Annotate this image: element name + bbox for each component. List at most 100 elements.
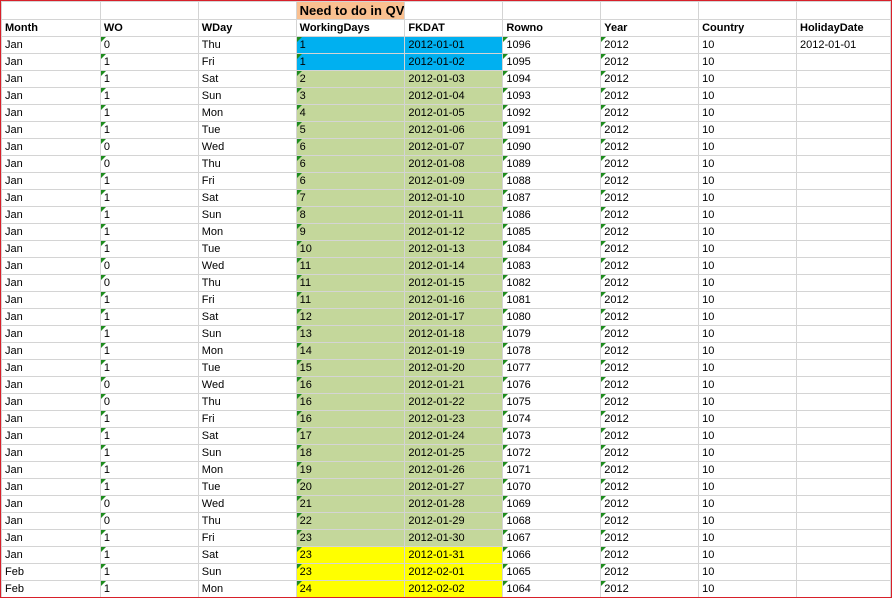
cell-rowno[interactable]: 1070 — [502, 478, 602, 496]
cell-year[interactable]: 2012 — [600, 155, 700, 173]
cell-holidaydate[interactable] — [796, 580, 891, 597]
cell-workingdays[interactable]: 6 — [295, 138, 406, 156]
cell-year[interactable]: 2012 — [600, 512, 700, 530]
cell-month[interactable]: Jan — [1, 223, 101, 241]
cell-workingdays[interactable]: 11 — [295, 274, 406, 292]
cell-wday[interactable]: Thu — [197, 512, 297, 530]
cell-holidaydate[interactable] — [796, 546, 891, 564]
header-month[interactable]: Month — [1, 19, 101, 37]
cell-month[interactable]: Jan — [1, 461, 101, 479]
cell-wo[interactable]: 0 — [99, 138, 199, 156]
cell-holidaydate[interactable] — [796, 393, 891, 411]
cell-fkdat[interactable]: 2012-01-30 — [404, 529, 504, 547]
cell-workingdays[interactable]: 3 — [295, 87, 406, 105]
cell-year[interactable]: 2012 — [600, 121, 700, 139]
cell-country[interactable]: 10 — [698, 478, 797, 496]
cell-month[interactable]: Jan — [1, 172, 101, 190]
cell-workingdays[interactable]: 5 — [295, 121, 406, 139]
cell-country[interactable]: 10 — [698, 206, 797, 224]
cell-workingdays[interactable]: 1 — [295, 36, 406, 54]
cell-fkdat[interactable]: 2012-01-08 — [404, 155, 504, 173]
cell-year[interactable]: 2012 — [600, 206, 700, 224]
cell-month[interactable]: Jan — [1, 427, 101, 445]
cell-wo[interactable]: 1 — [99, 308, 199, 326]
cell-wo[interactable]: 1 — [99, 325, 199, 343]
cell-year[interactable]: 2012 — [600, 495, 700, 513]
cell-holidaydate[interactable] — [796, 291, 891, 309]
cell-wo[interactable]: 0 — [99, 512, 199, 530]
cell-month[interactable]: Jan — [1, 325, 101, 343]
header-fkdat[interactable]: FKDAT — [404, 19, 504, 37]
cell-rowno[interactable]: 1083 — [502, 257, 602, 275]
cell-wday[interactable]: Sun — [197, 563, 297, 581]
cell-wo[interactable]: 1 — [99, 342, 199, 360]
cell-wo[interactable]: 0 — [99, 495, 199, 513]
cell-year[interactable]: 2012 — [600, 478, 700, 496]
cell-wday[interactable]: Fri — [197, 410, 297, 428]
cell-month[interactable]: Jan — [1, 512, 101, 530]
cell-fkdat[interactable]: 2012-01-21 — [404, 376, 504, 394]
cell-fkdat[interactable]: 2012-01-15 — [404, 274, 504, 292]
cell-month[interactable]: Jan — [1, 393, 101, 411]
cell-workingdays[interactable]: 23 — [295, 529, 406, 547]
cell-wo[interactable]: 1 — [99, 529, 199, 547]
cell-country[interactable]: 10 — [698, 563, 797, 581]
cell-workingdays[interactable]: 12 — [295, 308, 406, 326]
cell-wo[interactable]: 1 — [99, 189, 199, 207]
cell-year[interactable]: 2012 — [600, 427, 700, 445]
cell-year[interactable]: 2012 — [600, 325, 700, 343]
cell-wday[interactable]: Tue — [197, 478, 297, 496]
cell-month[interactable]: Jan — [1, 206, 101, 224]
cell-month[interactable]: Jan — [1, 104, 101, 122]
cell-wo[interactable]: 0 — [99, 376, 199, 394]
header-rowno[interactable]: Rowno — [502, 19, 602, 37]
cell-country[interactable]: 10 — [698, 546, 797, 564]
cell-rowno[interactable]: 1090 — [502, 138, 602, 156]
cell-year[interactable]: 2012 — [600, 461, 700, 479]
cell-month[interactable]: Jan — [1, 546, 101, 564]
cell-holidaydate[interactable] — [796, 359, 891, 377]
cell-rowno[interactable]: 1068 — [502, 512, 602, 530]
cell-wo[interactable]: 1 — [99, 478, 199, 496]
cell-fkdat[interactable]: 2012-01-09 — [404, 172, 504, 190]
cell-month[interactable]: Jan — [1, 155, 101, 173]
cell-wo[interactable]: 1 — [99, 53, 199, 71]
cell-rowno[interactable]: 1086 — [502, 206, 602, 224]
cell-fkdat[interactable]: 2012-01-12 — [404, 223, 504, 241]
cell-wo[interactable]: 1 — [99, 87, 199, 105]
cell-wday[interactable]: Wed — [197, 376, 297, 394]
cell-country[interactable]: 10 — [698, 138, 797, 156]
cell-holidaydate[interactable] — [796, 444, 891, 462]
cell-month[interactable]: Jan — [1, 291, 101, 309]
cell-rowno[interactable]: 1084 — [502, 240, 602, 258]
cell-month[interactable]: Jan — [1, 257, 101, 275]
cell-country[interactable]: 10 — [698, 529, 797, 547]
cell-rowno[interactable]: 1066 — [502, 546, 602, 564]
cell[interactable] — [698, 1, 797, 20]
cell-wday[interactable]: Thu — [197, 36, 297, 54]
cell-rowno[interactable]: 1069 — [502, 495, 602, 513]
cell-fkdat[interactable]: 2012-01-04 — [404, 87, 504, 105]
cell-holidaydate[interactable]: 2012-01-01 — [796, 36, 891, 54]
cell-workingdays[interactable]: 13 — [295, 325, 406, 343]
cell-rowno[interactable]: 1067 — [502, 529, 602, 547]
cell-fkdat[interactable]: 2012-01-03 — [404, 70, 504, 88]
cell-fkdat[interactable]: 2012-01-14 — [404, 257, 504, 275]
cell-workingdays[interactable]: 23 — [295, 563, 406, 581]
cell-rowno[interactable]: 1091 — [502, 121, 602, 139]
cell-fkdat[interactable]: 2012-01-07 — [404, 138, 504, 156]
cell-country[interactable]: 10 — [698, 410, 797, 428]
cell-fkdat[interactable]: 2012-01-17 — [404, 308, 504, 326]
cell-country[interactable]: 10 — [698, 87, 797, 105]
cell-wo[interactable]: 1 — [99, 206, 199, 224]
cell-holidaydate[interactable] — [796, 427, 891, 445]
cell-holidaydate[interactable] — [796, 87, 891, 105]
cell-month[interactable]: Feb — [1, 580, 101, 597]
cell-wday[interactable]: Thu — [197, 155, 297, 173]
cell-workingdays[interactable]: 11 — [295, 257, 406, 275]
cell-wday[interactable]: Fri — [197, 529, 297, 547]
cell-holidaydate[interactable] — [796, 172, 891, 190]
cell-workingdays[interactable]: 11 — [295, 291, 406, 309]
cell-month[interactable]: Jan — [1, 495, 101, 513]
cell[interactable] — [796, 1, 891, 20]
